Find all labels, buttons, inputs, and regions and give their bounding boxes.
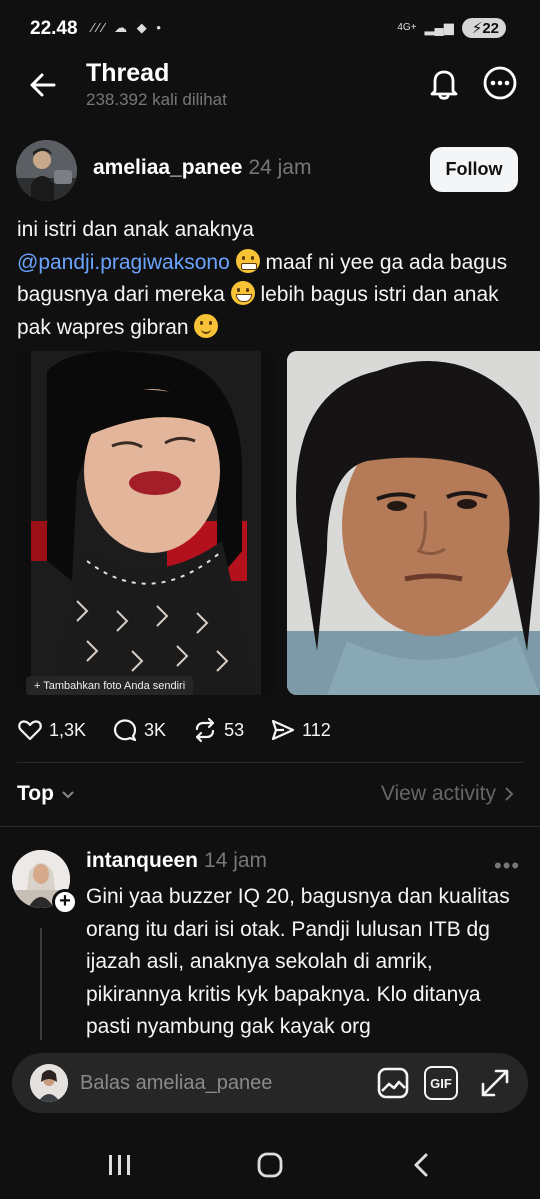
image-upload-icon[interactable]	[374, 1064, 412, 1102]
thread-connector-line	[40, 928, 42, 1058]
chevron-down-icon[interactable]	[60, 786, 76, 802]
follow-button[interactable]: Follow	[430, 147, 518, 192]
repost-count: 53	[224, 719, 245, 740]
own-avatar	[30, 1064, 68, 1102]
like-count: 1,3K	[49, 719, 87, 740]
notification-bell-icon[interactable]	[426, 65, 462, 101]
reply-composer[interactable]: GIF	[12, 1053, 528, 1113]
thread-header: Thread 238.392 kali dilihat	[0, 55, 540, 115]
expand-icon[interactable]	[476, 1064, 514, 1102]
more-options-icon[interactable]	[482, 65, 518, 101]
system-nav-bar	[0, 1132, 540, 1199]
share-action[interactable]: 112	[270, 717, 331, 743]
view-activity-link[interactable]: View activity	[381, 782, 516, 806]
charging-icon: ⚡	[471, 20, 483, 37]
author-avatar[interactable]	[16, 140, 77, 201]
reply-input[interactable]	[80, 1053, 360, 1113]
share-count: 112	[302, 719, 331, 740]
repost-action[interactable]: 53	[192, 717, 244, 743]
reply-more-icon[interactable]: •••	[494, 853, 520, 879]
post-image-1[interactable]: + Tambahkan foto Anda sendiri	[17, 351, 275, 695]
recent-apps-icon[interactable]	[100, 1150, 140, 1180]
view-activity-label[interactable]: View activity	[381, 782, 496, 806]
like-action[interactable]: 1,3K	[17, 717, 86, 743]
author-username[interactable]: ameliaa_panee 24 jam	[93, 156, 311, 180]
reply-text: Gini yaa buzzer IQ 20, bagusnya dan kual…	[86, 885, 510, 1038]
grimacing-emoji-icon	[235, 248, 260, 273]
divider	[17, 762, 523, 763]
send-icon[interactable]	[270, 717, 296, 743]
sort-label[interactable]: Top	[17, 782, 54, 806]
reply-count: 3K	[144, 719, 167, 740]
notification-icons: ⁄⁄⁄ ☁ ◆ •	[92, 20, 164, 35]
follow-plus-icon[interactable]: +	[52, 889, 78, 915]
section-divider	[0, 826, 540, 827]
sort-dropdown[interactable]: Top	[17, 782, 76, 806]
back-arrow-icon[interactable]	[26, 68, 60, 102]
reply-time: 14 jam	[204, 849, 268, 872]
add-photo-caption[interactable]: + Tambahkan foto Anda sendiri	[26, 676, 194, 695]
status-right: 4G+ ▂▄▆ ⚡ 22	[397, 18, 506, 38]
page-title: Thread	[86, 59, 170, 87]
heart-icon[interactable]	[17, 717, 43, 743]
status-time: 22.48	[30, 18, 78, 39]
view-count: 238.392 kali dilihat	[86, 90, 227, 109]
reply-action[interactable]: 3K	[112, 717, 166, 743]
battery-level: 22	[482, 19, 499, 37]
author-username-text[interactable]: ameliaa_panee	[93, 156, 242, 179]
gif-button[interactable]: GIF	[424, 1066, 458, 1100]
signal-icon: ▂▄▆	[424, 20, 454, 35]
repost-icon[interactable]	[192, 717, 218, 743]
mention-link[interactable]: @pandji.pragiwaksono	[17, 251, 230, 274]
smiling-emoji-icon	[194, 313, 219, 338]
post-time: 24 jam	[248, 156, 312, 179]
post-actions: 1,3K 3K 53 112	[17, 712, 357, 748]
grinning-emoji-icon	[230, 281, 255, 305]
comment-icon[interactable]	[112, 717, 138, 743]
battery-indicator: ⚡ 22	[461, 18, 506, 38]
status-bar: 22.48 ⁄⁄⁄ ☁ ◆ • 4G+ ▂▄▆ ⚡ 22	[0, 0, 540, 60]
network-type-icon: 4G+	[397, 22, 417, 33]
post-text-part-1: ini istri dan anak anaknya	[17, 218, 254, 241]
gif-label[interactable]: GIF	[430, 1076, 452, 1091]
reply-username-row[interactable]: intanqueen 14 jam	[86, 849, 267, 873]
chevron-right-icon[interactable]	[502, 786, 516, 802]
back-nav-icon[interactable]	[402, 1150, 442, 1180]
post-text: ini istri dan anak anaknya @pandji.pragi…	[17, 214, 527, 344]
home-icon[interactable]	[250, 1150, 290, 1180]
reply-username[interactable]: intanqueen	[86, 849, 198, 872]
post-image-2[interactable]	[287, 351, 540, 695]
